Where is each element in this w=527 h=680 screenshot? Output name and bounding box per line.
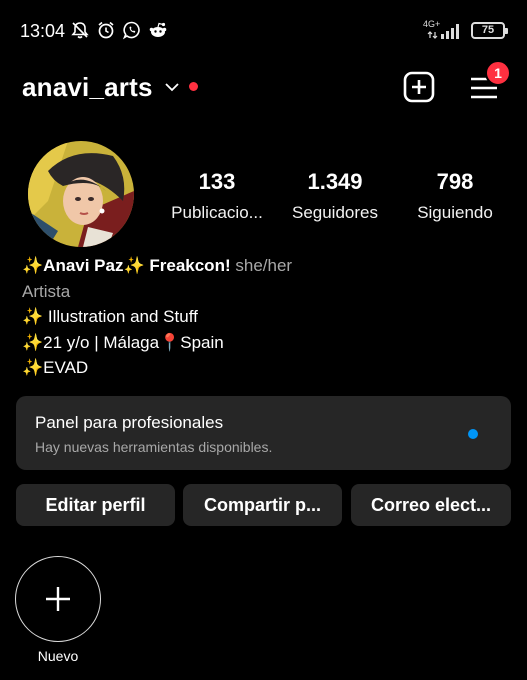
following-stat[interactable]: 798 Siguiendo	[405, 169, 505, 224]
status-system-icons: 4G+ 75	[423, 20, 508, 40]
menu-notification-badge: 1	[485, 60, 511, 86]
profile-header: anavi_arts 1	[0, 60, 527, 108]
bio-line: ✨EVAD	[22, 358, 89, 377]
posts-label: Publicacio...	[171, 203, 263, 222]
followers-count: 1.349	[307, 169, 363, 194]
signal-icon: 4G+	[423, 20, 465, 40]
username-switcher[interactable]: anavi_arts	[22, 72, 153, 103]
battery-level: 75	[481, 24, 495, 36]
email-button[interactable]: Correo elect...	[351, 484, 511, 526]
reddit-icon	[149, 22, 167, 37]
profile-stats: 133 Publicacio... 1.349 Seguidores 798 S…	[150, 169, 510, 229]
followers-label: Seguidores	[291, 203, 378, 222]
edit-profile-button[interactable]: Editar perfil	[16, 484, 175, 526]
bio-name-line: ✨Anavi Paz✨ Freakcon! she/her	[22, 253, 502, 279]
professional-dashboard-card[interactable]: Panel para profesionales Hay nuevas herr…	[16, 396, 511, 470]
display-name: ✨Anavi Paz✨ Freakcon!	[22, 256, 231, 275]
professional-dashboard-subtitle: Hay nuevas herramientas disponibles.	[35, 439, 273, 455]
avatar[interactable]	[28, 141, 134, 247]
mute-notification-icon	[71, 22, 89, 39]
bio-line: ✨ Illustration and Stuff	[22, 307, 198, 326]
new-highlight-button[interactable]	[15, 556, 101, 642]
following-label: Siguiendo	[417, 203, 493, 222]
status-notification-icons	[70, 20, 168, 40]
posts-stat[interactable]: 133 Publicacio...	[165, 169, 269, 224]
status-time: 13:04	[20, 21, 66, 41]
share-profile-button[interactable]: Compartir p...	[183, 484, 342, 526]
bio-line: ✨21 y/o | Málaga📍Spain	[22, 332, 224, 352]
profile-bio: ✨Anavi Paz✨ Freakcon! she/her Artista ✨ …	[22, 253, 502, 381]
battery-icon: 75	[471, 21, 508, 39]
followers-stat[interactable]: 1.349 Seguidores	[283, 169, 387, 224]
alarm-icon	[98, 21, 114, 39]
professional-dashboard-title: Panel para profesionales	[35, 413, 224, 432]
pronouns: she/her	[235, 256, 293, 275]
add-post-icon[interactable]	[402, 70, 436, 104]
following-count: 798	[436, 169, 474, 194]
plus-icon	[46, 587, 70, 611]
new-tools-indicator-dot	[468, 429, 478, 439]
posts-count: 133	[198, 169, 236, 194]
whatsapp-icon	[122, 21, 140, 40]
new-highlight-label: Nuevo	[37, 648, 79, 664]
account-category: Artista	[22, 281, 71, 301]
status-bar: 13:04 4G+ 75	[0, 0, 527, 62]
chevron-down-icon[interactable]	[164, 81, 180, 93]
account-notification-dot	[189, 82, 198, 91]
